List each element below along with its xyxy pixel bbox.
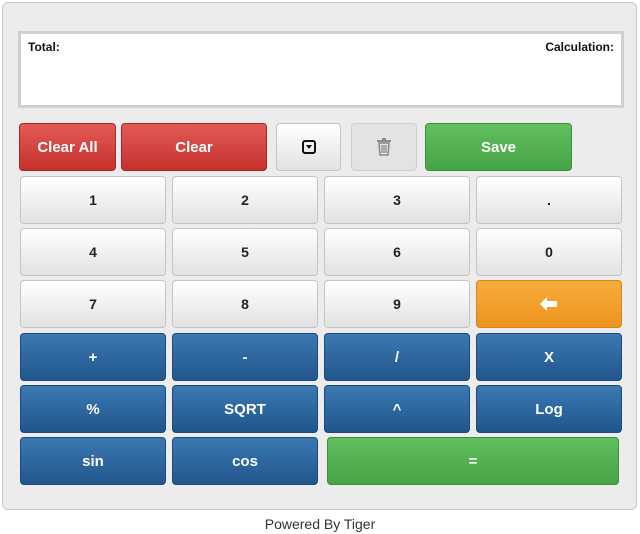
cos-button[interactable]: cos [172, 437, 318, 485]
sin-button[interactable]: sin [20, 437, 166, 485]
display-area: Total: Calculation: [18, 31, 624, 108]
key-8[interactable]: 8 [172, 280, 318, 328]
total-label: Total: [28, 40, 60, 54]
key-0[interactable]: 0 [476, 228, 622, 276]
arrow-left-icon [540, 297, 557, 311]
dropdown-box-icon [301, 140, 316, 154]
key-9[interactable]: 9 [324, 280, 470, 328]
key-7[interactable]: 7 [20, 280, 166, 328]
plus-button[interactable]: + [20, 333, 166, 381]
key-5[interactable]: 5 [172, 228, 318, 276]
key-1[interactable]: 1 [20, 176, 166, 224]
key-6[interactable]: 6 [324, 228, 470, 276]
calculation-label: Calculation: [545, 40, 614, 54]
key-decimal[interactable]: . [476, 176, 622, 224]
trash-icon [377, 138, 391, 156]
power-button[interactable]: ^ [324, 385, 470, 433]
save-button[interactable]: Save [425, 123, 572, 171]
history-dropdown-button[interactable] [276, 123, 341, 171]
clear-all-button[interactable]: Clear All [19, 123, 116, 171]
sqrt-button[interactable]: SQRT [172, 385, 318, 433]
percent-button[interactable]: % [20, 385, 166, 433]
delete-button[interactable] [351, 123, 417, 171]
divide-button[interactable]: / [324, 333, 470, 381]
key-2[interactable]: 2 [172, 176, 318, 224]
multiply-button[interactable]: X [476, 333, 622, 381]
backspace-button[interactable] [476, 280, 622, 328]
key-4[interactable]: 4 [20, 228, 166, 276]
footer-text: Powered By Tiger [264, 516, 376, 532]
log-button[interactable]: Log [476, 385, 622, 433]
key-3[interactable]: 3 [324, 176, 470, 224]
clear-button[interactable]: Clear [121, 123, 267, 171]
equals-button[interactable]: = [327, 437, 619, 485]
minus-button[interactable]: - [172, 333, 318, 381]
